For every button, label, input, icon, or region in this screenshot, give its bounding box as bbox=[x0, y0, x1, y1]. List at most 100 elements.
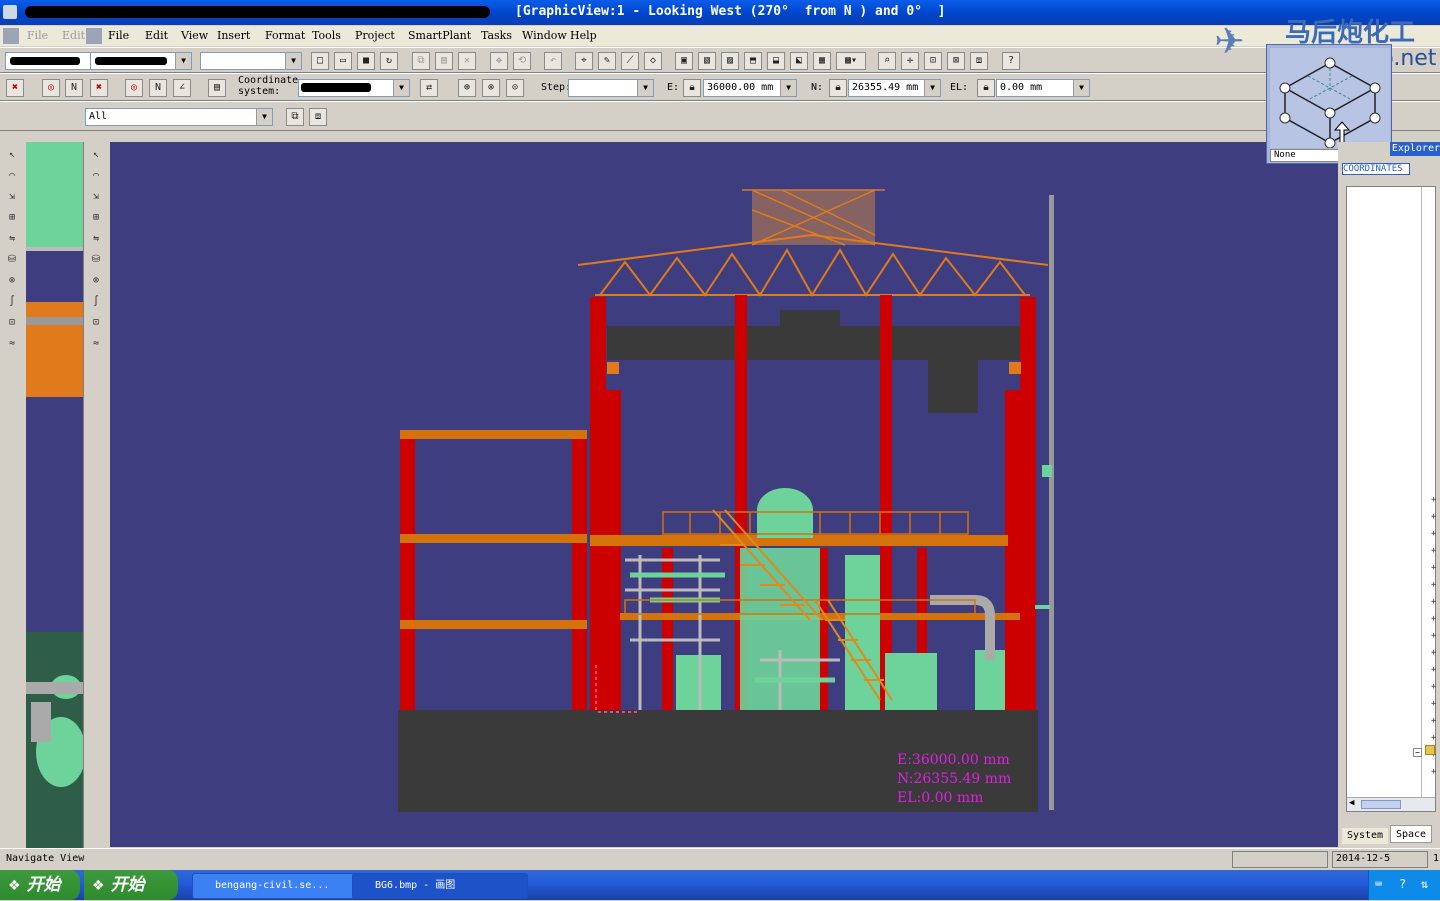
menu-file[interactable]: File bbox=[108, 29, 129, 42]
edit-icon[interactable]: ✎ bbox=[598, 52, 616, 70]
equipment2-icon[interactable]: ⛁ bbox=[86, 251, 106, 269]
graphic-view[interactable]: E:36000.00 mm N:26355.49 mm EL:0.00 mm bbox=[110, 142, 1338, 847]
tree-expanders[interactable]: + + + + + + + + + + + + + + + + + bbox=[1431, 492, 1439, 781]
pipe-icon[interactable]: ∫ bbox=[2, 293, 22, 311]
delete-icon[interactable]: ✕ bbox=[458, 52, 476, 70]
view-iso-icon[interactable]: ⬒ bbox=[744, 52, 762, 70]
wave2-icon[interactable]: ≈ bbox=[86, 335, 106, 353]
menu-tools[interactable]: Tools bbox=[312, 29, 341, 42]
route2-icon[interactable]: ⇋ bbox=[86, 230, 106, 248]
menu-project[interactable]: Project bbox=[355, 29, 395, 42]
lasso2-icon[interactable]: ⌒ bbox=[86, 167, 106, 185]
select2-icon[interactable]: ↖ bbox=[86, 146, 106, 164]
app-menu-icon[interactable] bbox=[3, 28, 19, 44]
spherical-icon[interactable]: ⊙ bbox=[506, 79, 524, 97]
tag-icon[interactable]: ◇ bbox=[644, 52, 662, 70]
move-icon[interactable]: ✥ bbox=[490, 52, 508, 70]
network-icon[interactable]: ⇅ bbox=[1421, 877, 1428, 891]
coordinate-system-combo[interactable]: ▼ bbox=[298, 79, 410, 97]
close-pinpoint-icon[interactable]: ✖ bbox=[6, 79, 24, 97]
menu-edit[interactable]: Edit bbox=[145, 29, 168, 42]
filter-combo[interactable]: All ▼ bbox=[85, 108, 273, 126]
view-top-icon[interactable]: ▧ bbox=[698, 52, 716, 70]
save-icon[interactable]: ■ bbox=[357, 52, 375, 70]
absolute-icon[interactable]: ⊗ bbox=[482, 79, 500, 97]
e-field[interactable]: 36000.00 mm ▼ bbox=[703, 79, 797, 97]
help-tray-icon[interactable]: ? bbox=[1399, 877, 1406, 891]
task-button-paint[interactable]: BG6.bmp - 画图 bbox=[352, 873, 528, 899]
menu-window[interactable]: Window bbox=[522, 29, 567, 42]
coordinates-tab[interactable]: COORDINATES bbox=[1342, 163, 1410, 175]
zoom-icon[interactable]: ⌕ bbox=[878, 52, 896, 70]
menu-insert[interactable]: Insert bbox=[217, 29, 250, 42]
start-button[interactable]: ❖ 开始 bbox=[0, 870, 80, 900]
pin-angle-icon[interactable]: ∠ bbox=[173, 79, 191, 97]
structure-icon[interactable]: ⊞ bbox=[2, 209, 22, 227]
select-icon[interactable]: ↖ bbox=[2, 146, 22, 164]
step-combo[interactable]: ▼ bbox=[568, 79, 654, 97]
coord-pick-icon[interactable]: ⇄ bbox=[420, 79, 438, 97]
el-field[interactable]: 0.00 mm ▼ bbox=[996, 79, 1090, 97]
route-icon[interactable]: ⇋ bbox=[2, 230, 22, 248]
properties-icon[interactable]: ▤ bbox=[208, 79, 226, 97]
help-icon[interactable]: ? bbox=[1002, 52, 1020, 70]
menu-tasks[interactable]: Tasks bbox=[481, 29, 512, 42]
e-lock-icon[interactable]: 🔒︎ bbox=[683, 79, 701, 97]
tab-system[interactable]: System bbox=[1342, 828, 1388, 844]
pin-nu-icon[interactable]: N bbox=[65, 79, 83, 97]
copy-icon[interactable]: ⧉ bbox=[412, 52, 430, 70]
task-button-smart3d[interactable]: bengang-civil.se... bbox=[192, 873, 368, 899]
measure-icon[interactable]: ⌖ bbox=[575, 52, 593, 70]
nozzle2-icon[interactable]: ⊚ bbox=[86, 272, 106, 290]
filter-locate-icon[interactable]: ⧈ bbox=[309, 108, 327, 126]
start-button-2[interactable]: ❖ 开始 bbox=[84, 870, 178, 900]
fit-icon[interactable]: ⊠ bbox=[947, 52, 965, 70]
background-graphic-view[interactable] bbox=[26, 142, 83, 848]
task-combo[interactable]: ▼ bbox=[200, 52, 302, 70]
n-field[interactable]: 26355.49 mm ▼ bbox=[848, 79, 941, 97]
menu-help[interactable]: Help bbox=[570, 29, 597, 42]
undo-icon[interactable]: ↶ bbox=[544, 52, 562, 70]
zoom-area-icon[interactable]: ⊡ bbox=[924, 52, 942, 70]
menu-format[interactable]: Format bbox=[265, 29, 305, 42]
scroll-thumb[interactable] bbox=[1361, 800, 1401, 809]
tree-collapse-icon[interactable]: − bbox=[1413, 748, 1422, 757]
workspace-combo[interactable] bbox=[5, 52, 91, 70]
el-lock-icon[interactable]: 🔒︎ bbox=[977, 79, 995, 97]
nozzle-icon[interactable]: ⊚ bbox=[2, 272, 22, 290]
filter-select-icon[interactable]: ⧉ bbox=[286, 108, 304, 126]
render-icon[interactable]: ▦ bbox=[813, 52, 831, 70]
place2-icon[interactable]: ⇲ bbox=[86, 188, 106, 206]
pin-ne-icon[interactable]: N bbox=[149, 79, 167, 97]
open-icon[interactable]: ▭ bbox=[334, 52, 352, 70]
n-lock-icon[interactable]: 🔒︎ bbox=[829, 79, 847, 97]
graph-icon[interactable]: ⟋ bbox=[621, 52, 639, 70]
navigate-icon[interactable]: ⧈ bbox=[970, 52, 988, 70]
clear-icon[interactable]: ✖ bbox=[90, 79, 108, 97]
equipment-icon[interactable]: ⛁ bbox=[2, 251, 22, 269]
keyboard-icon[interactable]: ⌨︎ bbox=[1375, 877, 1382, 891]
menu-view[interactable]: View bbox=[181, 29, 208, 42]
target2-icon[interactable]: ◎ bbox=[125, 79, 143, 97]
structure2-icon[interactable]: ⊞ bbox=[86, 209, 106, 227]
view-persp-icon[interactable]: ⬓ bbox=[767, 52, 785, 70]
paste-icon[interactable]: ▤ bbox=[435, 52, 453, 70]
frame2-icon[interactable]: ⊡ bbox=[86, 314, 106, 332]
refresh-icon[interactable]: ↻ bbox=[380, 52, 398, 70]
tree-hscrollbar[interactable]: ◀ bbox=[1347, 797, 1435, 811]
explorer-tree[interactable]: + + + + + + + + + + + + + + + + + − ◀ bbox=[1346, 186, 1436, 812]
wave-icon[interactable]: ≈ bbox=[2, 335, 22, 353]
lasso-icon[interactable]: ⌒ bbox=[2, 167, 22, 185]
view-cube-icon[interactable] bbox=[1270, 48, 1390, 148]
permission-combo[interactable]: ▼ bbox=[90, 52, 192, 70]
new-icon[interactable]: □ bbox=[311, 52, 329, 70]
clip-icon[interactable]: ⬕ bbox=[790, 52, 808, 70]
menu-smartplant[interactable]: SmartPlant bbox=[408, 29, 471, 42]
rotate-icon[interactable]: ⟲ bbox=[513, 52, 531, 70]
display-dropdown-icon[interactable]: ▩▾ bbox=[836, 52, 866, 70]
doc-menu-icon[interactable] bbox=[86, 28, 102, 44]
pan-icon[interactable]: ✛ bbox=[901, 52, 919, 70]
target-icon[interactable]: ◎ bbox=[42, 79, 60, 97]
view-front-icon[interactable]: ▣ bbox=[675, 52, 693, 70]
pipe2-icon[interactable]: ∫ bbox=[86, 293, 106, 311]
